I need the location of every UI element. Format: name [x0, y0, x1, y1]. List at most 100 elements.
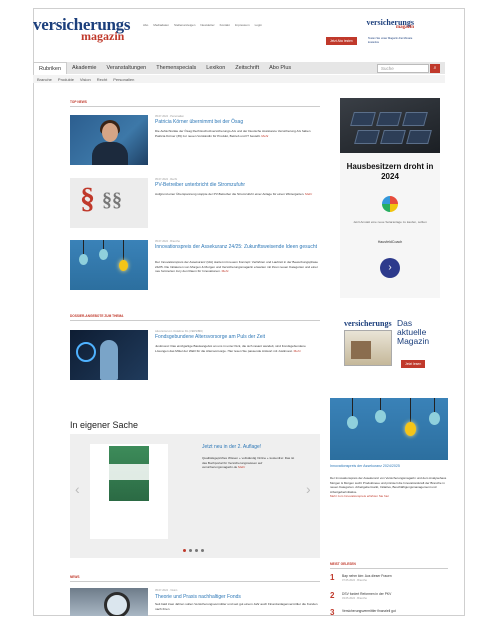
magazine-cover[interactable]	[344, 330, 392, 366]
bulb-cord	[123, 240, 124, 260]
article-card[interactable]: 05.07.2024 · Personalien Patricia Körner…	[70, 115, 320, 167]
magnifier-icon	[104, 592, 130, 616]
news-image-magnifier[interactable]	[70, 588, 148, 616]
top-link[interactable]: Mediadaten	[153, 23, 169, 27]
subnav-item[interactable]: Personalien	[113, 77, 134, 82]
nav-item-akademie[interactable]: Akademie	[67, 62, 101, 74]
article-title[interactable]: Fondsgebundene Altersvorsorge am Puls de…	[155, 334, 320, 341]
article-image-dossier[interactable]	[70, 330, 148, 380]
paragraph-icon: §	[80, 182, 95, 215]
lightbulb-lit-icon	[405, 422, 416, 436]
nav-item-zeitschrift[interactable]: Zeitschrift	[230, 62, 264, 74]
article-card[interactable]: § §§ 05.07.2024 · Recht PV-Betreiber unt…	[70, 178, 320, 230]
article-title[interactable]: Theorie und Praxis nachhaltiger Fonds	[155, 594, 241, 600]
more-link[interactable]: Mehr	[238, 465, 245, 469]
paragraph-icon: §§	[102, 189, 122, 211]
section-title-in-eigener-sache: In eigener Sache	[70, 420, 139, 430]
logo-text-secondary: magazin	[81, 29, 125, 43]
book-card[interactable]	[90, 444, 168, 539]
lightbulb-icon	[429, 412, 440, 425]
more-link[interactable]: Mehr	[261, 134, 268, 138]
nav-item-themenspecials[interactable]: Themenspecials	[151, 62, 201, 74]
more-link[interactable]: Mehr	[305, 192, 312, 196]
nav-item-veranstaltungen[interactable]: Veranstaltungen	[101, 62, 151, 74]
top-link[interactable]: Abo	[143, 23, 148, 27]
top-links: Abo Mediadaten Stellenanzeigen Newslette…	[143, 23, 262, 27]
slide-text-body: Qualitätsgeprüftes Wissen + vollständig …	[202, 456, 295, 470]
slide-title: Jetzt neu in der 2. Auflage!	[202, 444, 262, 450]
solar-panel	[380, 130, 406, 144]
brand-logo-icon	[382, 196, 398, 212]
top-link[interactable]: Newsletter	[200, 23, 214, 27]
most-read-title[interactable]: Versicherungsvermittler finanziell gut	[342, 609, 396, 613]
top-link[interactable]: Login	[255, 23, 262, 27]
subnav-item[interactable]: Recht	[97, 77, 107, 82]
top-link[interactable]: Kontakt	[220, 23, 230, 27]
carousel-dots	[183, 549, 204, 552]
site-logo[interactable]: versicherungs magazin	[33, 16, 130, 42]
article-image-lightbulbs[interactable]	[70, 240, 148, 290]
article-meta: 05.07.2024 · Branche	[155, 240, 180, 243]
carousel-dot[interactable]	[183, 549, 186, 552]
bulb-cord	[380, 398, 381, 410]
bulb-cord	[103, 240, 104, 249]
sidebar-magazine-promo[interactable]: versicherungs Das aktuelle Magazin Jetzt…	[340, 316, 440, 386]
article-image-portrait[interactable]	[70, 115, 148, 165]
read-now-button[interactable]: Jetzt lesen	[401, 360, 426, 368]
article-title[interactable]: Patricia Körner übernimmt bei der Ösag	[155, 119, 320, 126]
most-read-title[interactable]: Bap nehm kim: Aus dieser Frauen	[342, 574, 392, 578]
portrait-body	[92, 142, 128, 165]
innovation-text: Der Innovationspreis der Assekuranz von …	[330, 476, 448, 499]
promo-carousel: ‹ › Jetzt neu in der 2. Auflage! Qualitä…	[70, 434, 320, 558]
article-teaser: Die Aufsichtsräte der Ösag Rechtsschutzv…	[155, 129, 320, 138]
section-label-news: NEWS	[70, 575, 80, 579]
chevron-left-icon[interactable]: ‹	[75, 482, 80, 496]
article-title[interactable]: Innovationspreis der Assekuranz 24/25: Z…	[155, 244, 320, 251]
more-link[interactable]: Mehr	[222, 269, 229, 273]
promo-logo: versicherungs magazin	[366, 18, 414, 30]
section-divider	[70, 581, 320, 582]
article-meta: 05.07.2024 · Recht	[155, 178, 178, 181]
lightbulb-icon	[375, 410, 386, 423]
section-divider	[330, 568, 448, 569]
top-link[interactable]: Impressum	[235, 23, 250, 27]
search-input[interactable]: Suche	[377, 64, 429, 73]
subnav-item[interactable]: Vision	[80, 77, 91, 82]
more-link[interactable]: Mehr	[294, 349, 301, 353]
article-meta: 05.07.2024 · Personalien	[155, 115, 184, 118]
carousel-dot[interactable]	[189, 549, 192, 552]
rank-number: 1	[330, 573, 335, 582]
carousel-dot[interactable]	[195, 549, 198, 552]
innovation-title[interactable]: Innovationspreis der Assekuranz 2024/202…	[330, 464, 448, 469]
subnav-item[interactable]: Branche	[37, 77, 52, 82]
most-read-meta: 07.05.2024 · Branche	[342, 579, 367, 582]
article-card[interactable]: 05.07.2024 · Branche Innovationspreis de…	[70, 240, 320, 300]
innovation-teaser[interactable]: Innovationspreis der Assekuranz 2024/202…	[330, 398, 448, 546]
more-link[interactable]: Mehr zum Innovationspreis erfahren Sie h…	[330, 494, 448, 499]
carousel-dot[interactable]	[201, 549, 204, 552]
teaser-text: Justinvest: Das einzigartige Basisangebo…	[155, 344, 306, 353]
nav-item-lexikon[interactable]: Lexikon	[201, 62, 230, 74]
search-button[interactable]: ⌕	[430, 64, 440, 73]
chevron-right-icon[interactable]: ›	[380, 258, 400, 278]
solar-panel	[406, 130, 432, 144]
nav-item-rubriken[interactable]: Rubriken	[33, 62, 68, 74]
bulb-cord	[410, 398, 411, 422]
solar-panel	[354, 130, 380, 144]
article-title[interactable]: PV-Betreiber unterbricht die Stromzufuhr	[155, 182, 320, 189]
section-label-meist-gelesen: MEIST GELESEN	[330, 562, 356, 566]
nav-item-abo-plus[interactable]: Abo Plus	[264, 62, 296, 74]
article-card[interactable]: Advertorial von Vodafone KG (VERSIBID) F…	[70, 330, 320, 385]
sidebar-ad-solar[interactable]: Hausbesitzern droht in 2024 Jetzt Anstat…	[340, 98, 440, 298]
figure-graphic	[100, 340, 118, 380]
chevron-right-icon[interactable]: ›	[306, 482, 311, 496]
top-link[interactable]: Stellenanzeigen	[174, 23, 195, 27]
magazine-logo: versicherungs	[344, 319, 392, 328]
book-cover	[109, 446, 149, 501]
subnav-item[interactable]: Produkte	[58, 77, 74, 82]
article-teaser: Aufgrund einer Überspannung stoppte der …	[155, 192, 320, 197]
portrait-head	[102, 123, 118, 142]
most-read-title[interactable]: DSV fordert Reformen in der PKV	[342, 592, 391, 596]
promo-button[interactable]: Jetzt Abo testen	[326, 37, 357, 45]
article-image-paragraph[interactable]: § §§	[70, 178, 148, 228]
